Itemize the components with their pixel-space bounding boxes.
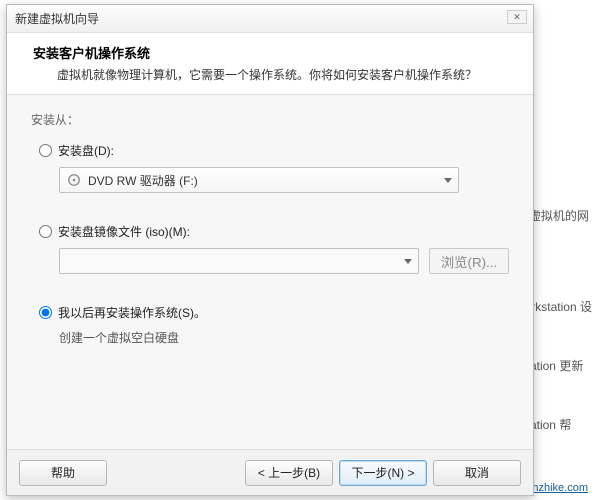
cancel-button[interactable]: 取消 — [433, 460, 521, 486]
radio-install-disc-label[interactable]: 安装盘(D): — [58, 142, 114, 159]
dialog-footer: 帮助 < 上一步(B) 下一步(N) > 取消 — [7, 449, 533, 495]
radio-install-disc[interactable] — [39, 144, 52, 157]
option-install-later: 我以后再安装操作系统(S)。 创建一个虚拟空白硬盘 — [31, 304, 509, 346]
option-install-iso: 安装盘镜像文件 (iso)(M): 浏览(R)... — [31, 223, 509, 274]
back-button[interactable]: < 上一步(B) — [245, 460, 333, 486]
help-button[interactable]: 帮助 — [19, 460, 107, 486]
chevron-down-icon — [404, 259, 412, 264]
install-later-hint: 创建一个虚拟空白硬盘 — [59, 329, 509, 346]
close-icon[interactable]: ✕ — [507, 10, 527, 24]
radio-install-iso[interactable] — [39, 225, 52, 238]
install-from-label: 安装从： — [31, 111, 509, 128]
page-description: 虚拟机就像物理计算机，它需要一个操作系统。你将如何安装客户机操作系统？ — [57, 66, 513, 84]
drive-dropdown[interactable]: DVD RW 驱动器 (F:) — [59, 167, 459, 193]
titlebar[interactable]: 新建虚拟机向导 ✕ — [7, 5, 533, 33]
chevron-down-icon — [444, 178, 452, 183]
option-install-disc: 安装盘(D): DVD RW 驱动器 (F:) — [31, 142, 509, 193]
drive-dropdown-value: DVD RW 驱动器 (F:) — [88, 172, 198, 189]
iso-path-combo[interactable] — [59, 248, 419, 274]
page-title: 安装客户机操作系统 — [33, 43, 513, 62]
next-button[interactable]: 下一步(N) > — [339, 460, 427, 486]
header-panel: 安装客户机操作系统 虚拟机就像物理计算机，它需要一个操作系统。你将如何安装客户机… — [7, 33, 533, 95]
titlebar-text: 新建虚拟机向导 — [15, 10, 99, 27]
radio-install-iso-label[interactable]: 安装盘镜像文件 (iso)(M): — [58, 223, 190, 240]
disc-drive-icon — [66, 172, 82, 188]
radio-install-later[interactable] — [39, 306, 52, 319]
dialog-body: 安装从： 安装盘(D): DVD RW 驱动器 (F:) 安装盘镜像文件 (is — [7, 95, 533, 449]
wizard-dialog: 新建虚拟机向导 ✕ 安装客户机操作系统 虚拟机就像物理计算机，它需要一个操作系统… — [6, 4, 534, 496]
browse-button[interactable]: 浏览(R)... — [429, 248, 509, 274]
radio-install-later-label[interactable]: 我以后再安装操作系统(S)。 — [58, 304, 206, 321]
